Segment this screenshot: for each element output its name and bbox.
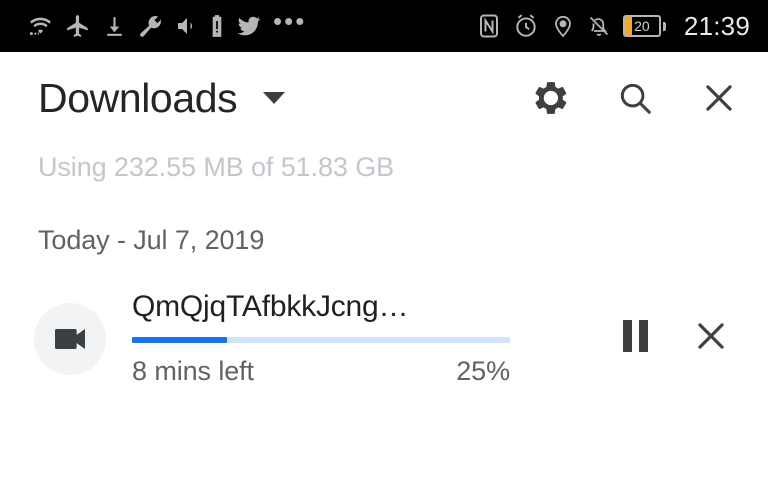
close-icon (700, 79, 738, 117)
download-percent-label: 25% (456, 356, 510, 386)
close-icon (692, 317, 730, 355)
download-progress-fill (132, 337, 227, 343)
date-section-header: Today - Jul 7, 2019 (38, 225, 265, 255)
nfc-icon (477, 13, 501, 39)
search-button[interactable] (616, 79, 654, 117)
battery-percent-label: 20 (634, 18, 650, 34)
app-bar: Downloads (0, 52, 768, 144)
download-file-name: QmQjqTAfbkkJcng… (132, 290, 409, 323)
download-list-item[interactable]: QmQjqTAfbkkJcng… 8 mins left 25% (0, 256, 768, 387)
alarm-icon (513, 13, 539, 39)
battery-cap (662, 21, 666, 31)
downloads-filter-dropdown[interactable] (263, 92, 286, 104)
cancel-download-button[interactable] (692, 317, 730, 355)
download-item-actions (623, 317, 730, 355)
pause-download-button[interactable] (623, 319, 648, 352)
download-details: QmQjqTAfbkkJcng… 8 mins left 25% (106, 290, 623, 387)
download-icon (102, 14, 127, 39)
battery-body: 20 (622, 15, 661, 37)
location-icon (551, 13, 575, 39)
download-time-remaining: 8 mins left (132, 356, 254, 386)
status-bar-right-icons: 20 21:39 (477, 11, 750, 42)
search-icon (616, 79, 654, 117)
battery-alert-icon (209, 13, 225, 39)
storage-summary: Using 232.55 MB of 51.83 GB (38, 152, 395, 182)
wrench-icon (138, 14, 163, 39)
download-meta-row: 8 mins left 25% (132, 356, 510, 387)
video-camera-icon (50, 319, 90, 359)
twitter-icon (236, 14, 262, 38)
app-bar-actions (532, 79, 738, 117)
battery-status-icon: 20 (622, 15, 666, 37)
notifications-off-icon (587, 13, 611, 39)
download-progress-bar (132, 337, 510, 343)
close-button[interactable] (700, 79, 738, 117)
status-bar: ••• 20 21:39 (0, 0, 768, 52)
more-icon: ••• (273, 6, 307, 36)
airplane-mode-icon (65, 13, 91, 39)
pause-bar-right (639, 319, 648, 352)
status-bar-left-icons: ••• (26, 6, 307, 39)
pause-bar-left (623, 319, 632, 352)
page-title: Downloads (38, 74, 238, 121)
wifi-icon (26, 14, 54, 38)
volume-icon (174, 14, 198, 38)
gear-icon (532, 79, 570, 117)
settings-button[interactable] (532, 79, 570, 117)
status-bar-clock: 21:39 (683, 10, 750, 41)
file-type-avatar (34, 302, 106, 375)
